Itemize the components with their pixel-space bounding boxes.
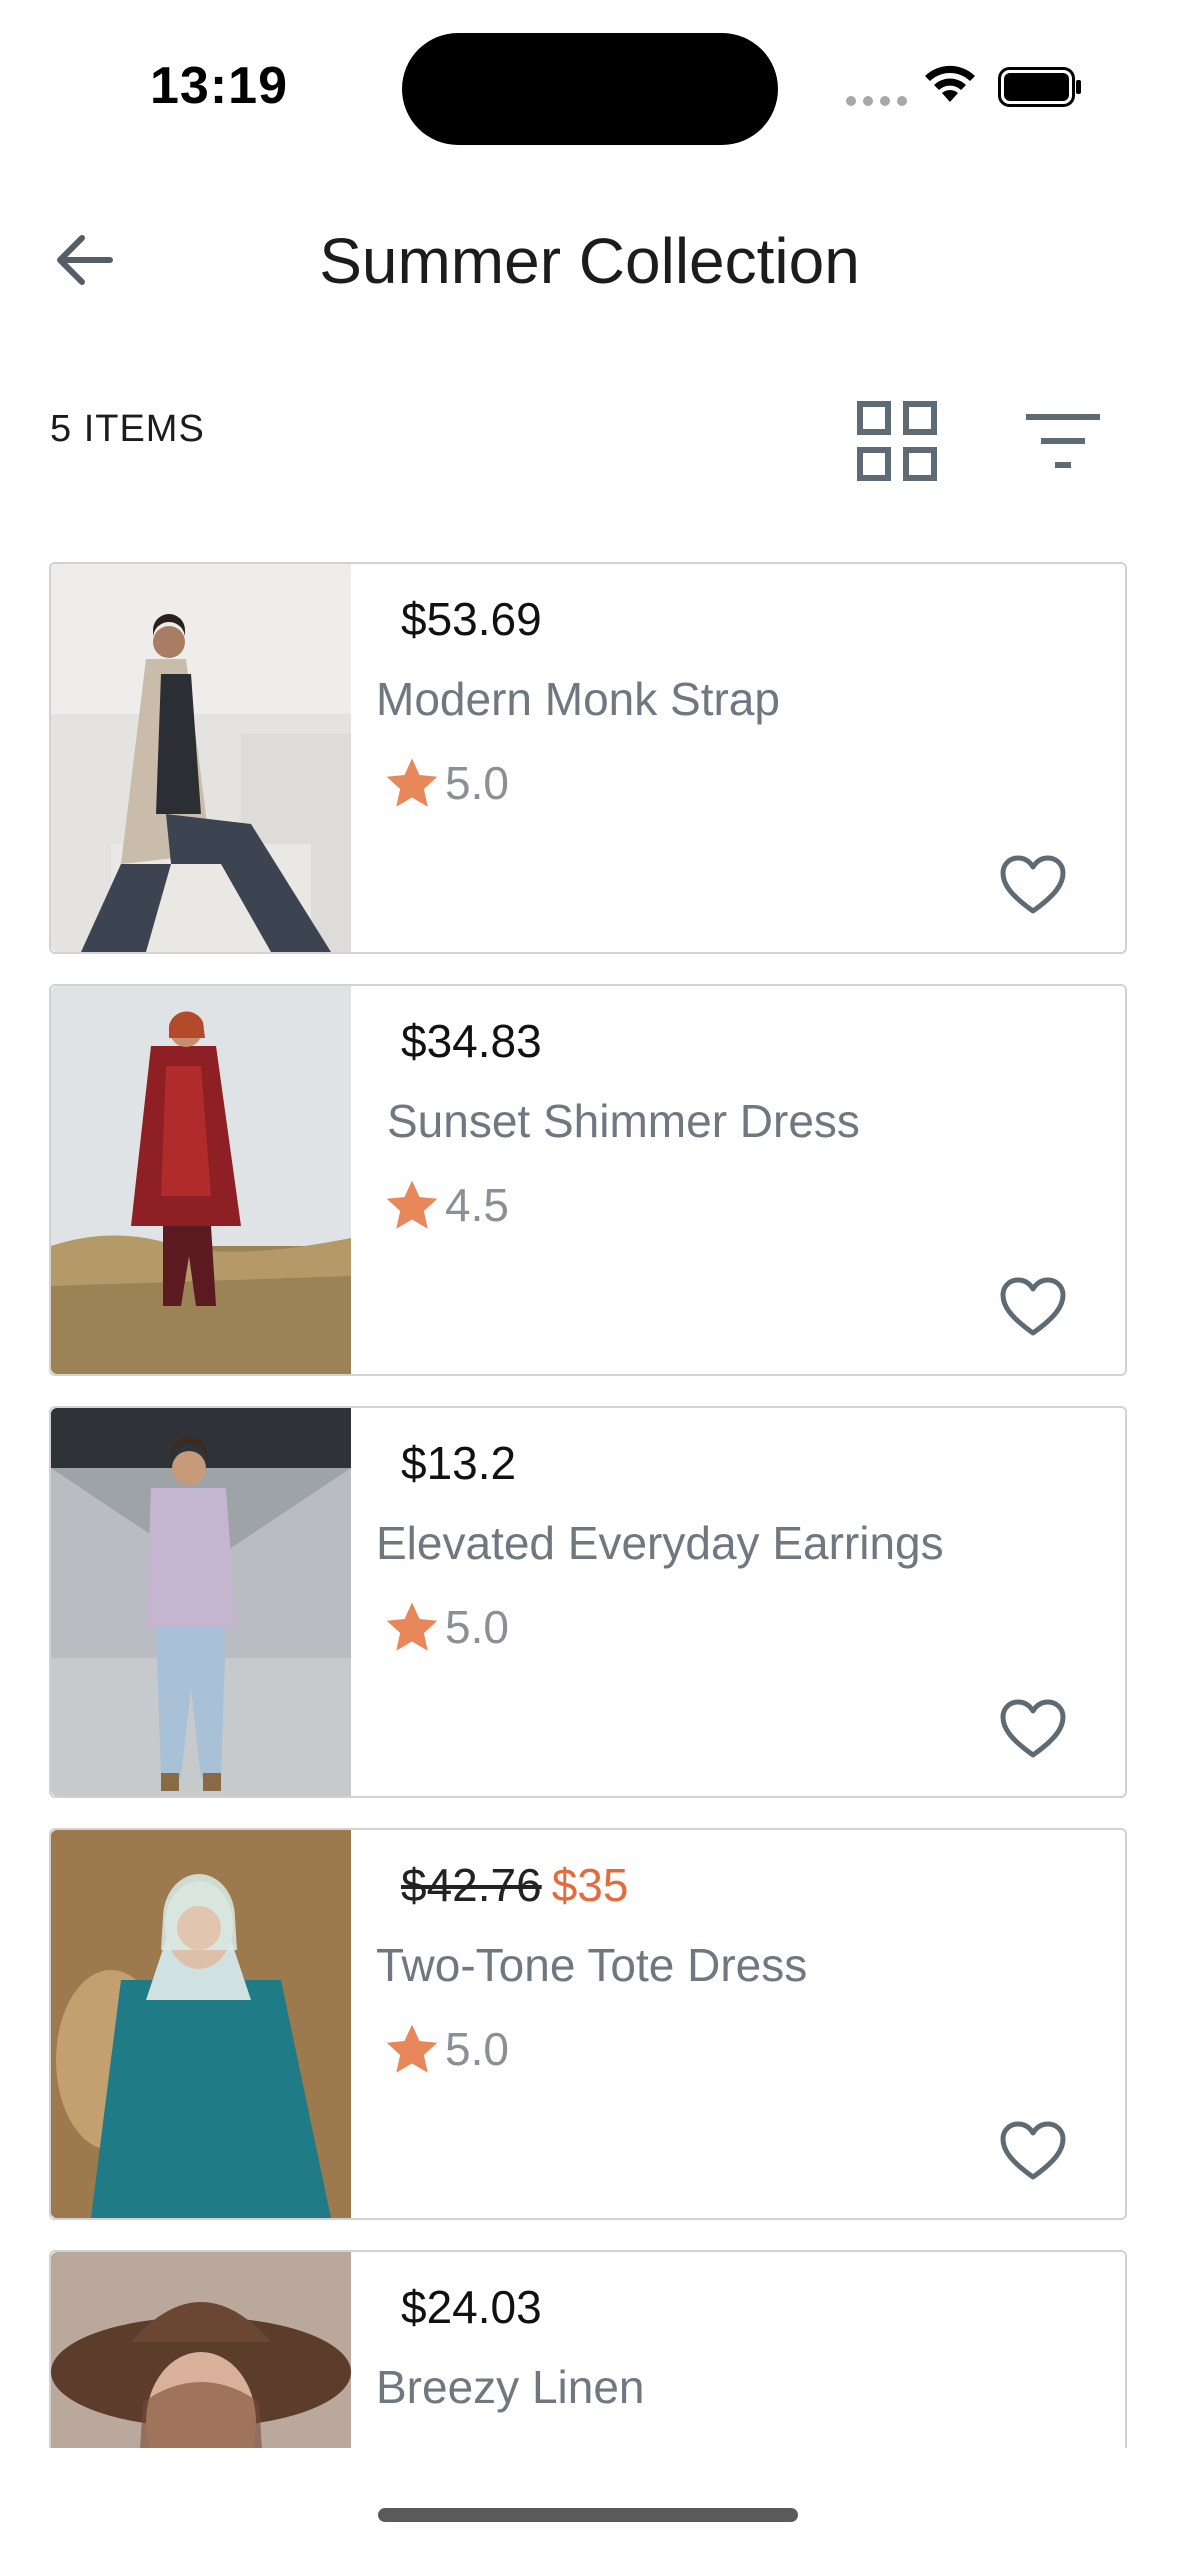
product-name[interactable]: Elevated Everyday Earrings [376, 1516, 944, 1570]
cellular-signal-icon [846, 96, 907, 106]
product-name[interactable]: Sunset Shimmer Dress [387, 1094, 860, 1148]
product-rating: 5.0 [381, 752, 509, 814]
favorite-heart-icon[interactable] [999, 2120, 1067, 2182]
star-icon [386, 1180, 438, 1229]
status-bar: 13:19 [0, 0, 1179, 170]
favorite-heart-icon[interactable] [999, 1698, 1067, 1760]
product-card[interactable]: $34.83 Sunset Shimmer Dress 4.5 [49, 984, 1127, 1376]
product-price: $53.69 [401, 593, 542, 645]
favorite-heart-icon[interactable] [999, 1276, 1067, 1338]
product-card[interactable]: $53.69 Modern Monk Strap 5.0 [49, 562, 1127, 954]
product-price: $24.03 [401, 2281, 542, 2333]
product-price: $34.83 [401, 1015, 542, 1067]
product-list: $53.69 Modern Monk Strap 5.0 $34.83 Suns… [49, 562, 1131, 2448]
favorite-heart-icon[interactable] [999, 854, 1067, 916]
product-name[interactable]: Breezy Linen [376, 2360, 645, 2414]
status-time: 13:19 [150, 57, 288, 115]
product-card[interactable]: $24.03 Breezy Linen [49, 2250, 1127, 2448]
product-rating: 5.0 [381, 2018, 509, 2080]
product-image [51, 564, 351, 952]
battery-icon [998, 67, 1081, 107]
nav-header: Summer Collection [0, 190, 1179, 330]
star-icon [386, 758, 438, 807]
rating-value: 5.0 [445, 757, 509, 809]
page-title: Summer Collection [319, 225, 860, 297]
filter-icon[interactable] [1024, 408, 1102, 474]
rating-value: 5.0 [445, 1601, 509, 1653]
product-card[interactable]: $42.76 $35 Two-Tone Tote Dress 5.0 [49, 1828, 1127, 2220]
product-image [51, 1830, 351, 2218]
home-indicator[interactable] [378, 2508, 798, 2522]
rating-value: 4.5 [445, 1179, 509, 1231]
product-card[interactable]: $13.2 Elevated Everyday Earrings 5.0 [49, 1406, 1127, 1798]
product-price: $42.76 $35 [401, 1858, 628, 1912]
sale-price: $35 [551, 1859, 629, 1911]
original-price: $42.76 [401, 1859, 542, 1911]
product-image [51, 2252, 351, 2448]
product-rating: 5.0 [381, 1596, 509, 1658]
product-name[interactable]: Two-Tone Tote Dress [376, 1938, 807, 1992]
grid-view-icon[interactable] [856, 400, 938, 482]
dynamic-island [402, 33, 778, 145]
wifi-icon [925, 65, 975, 102]
rating-value: 5.0 [445, 2023, 509, 2075]
product-image [51, 1408, 351, 1796]
star-icon [386, 1602, 438, 1651]
product-price: $13.2 [401, 1437, 517, 1489]
product-image [51, 986, 351, 1374]
product-rating: 4.5 [381, 1174, 509, 1236]
product-name[interactable]: Modern Monk Strap [376, 672, 780, 726]
star-icon [386, 2024, 438, 2073]
item-count: 5 ITEMS [50, 408, 205, 450]
